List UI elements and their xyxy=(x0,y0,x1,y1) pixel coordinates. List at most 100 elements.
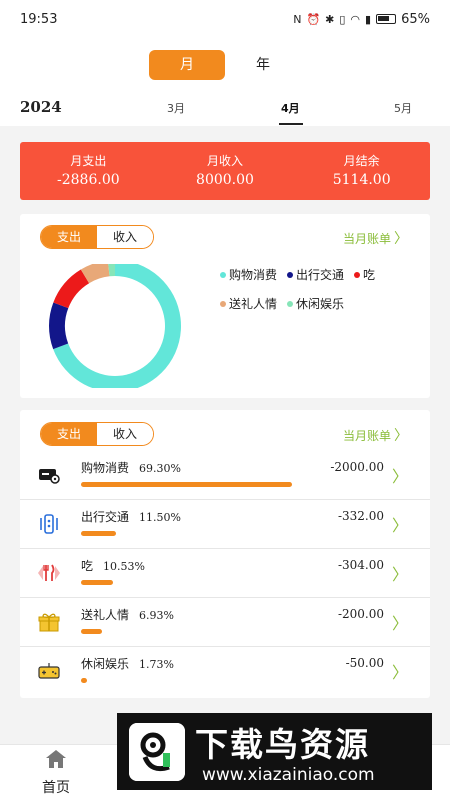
gift-icon xyxy=(38,613,60,632)
status-icons: N ⏰ ✱ ▯ ◠ ▮ 65% xyxy=(293,12,430,27)
tab-home[interactable]: 首页 xyxy=(11,745,101,800)
category-percent: 11.50% xyxy=(139,511,181,524)
monthly-bill-label: 当月账单 xyxy=(342,232,391,246)
status-time: 19:53 xyxy=(20,11,58,27)
gamepad-icon xyxy=(38,663,60,679)
nfc-icon: N xyxy=(293,12,302,26)
income-toggle[interactable]: 收入 xyxy=(97,226,153,248)
legend-row: 送礼人情 休闲娱乐 xyxy=(220,295,430,312)
chevron-right-icon: 〉 xyxy=(391,565,408,584)
category-share-bar xyxy=(81,482,292,487)
monthly-summary: 月支出 -2886.00 月收入 8000.00 月结余 5114.00 xyxy=(20,142,430,200)
category-amount: -2000.00 xyxy=(330,460,384,474)
header: 月 年 2024 3月 4月 5月 xyxy=(0,38,450,126)
summary-value: 8000.00 xyxy=(196,172,254,188)
category-amount: -304.00 xyxy=(337,558,384,572)
expense-toggle[interactable]: 支出 xyxy=(41,226,97,248)
category-share-bar xyxy=(81,531,116,536)
month-tab-current[interactable]: 4月 xyxy=(281,100,300,116)
chevron-right-icon: 〉 xyxy=(394,231,408,247)
legend-label: 送礼人情 xyxy=(229,297,278,311)
category-row[interactable]: 出行交通 11.50% -332.00 〉 xyxy=(20,500,430,549)
home-icon xyxy=(46,750,66,768)
year-label[interactable]: 2024 xyxy=(20,98,62,116)
category-name: 购物消费 xyxy=(81,461,130,475)
category-percent: 6.93% xyxy=(139,609,174,622)
chevron-right-icon: 〉 xyxy=(391,614,408,633)
card-icon xyxy=(39,469,60,484)
legend-label: 购物消费 xyxy=(229,268,278,282)
category-percent: 69.30% xyxy=(139,462,181,475)
chart-legend: 购物消费 出行交通 吃 送礼人情 休闲娱乐 xyxy=(220,266,430,324)
legend-label: 出行交通 xyxy=(296,268,345,282)
legend-item: 出行交通 xyxy=(287,266,344,283)
category-name: 吃 xyxy=(81,559,94,573)
chevron-right-icon: 〉 xyxy=(391,516,408,535)
category-amount: -200.00 xyxy=(337,607,384,621)
summary-value: 5114.00 xyxy=(332,172,391,188)
legend-dot xyxy=(354,271,361,278)
legend-item: 休闲娱乐 xyxy=(287,295,344,312)
month-tab-next[interactable]: 5月 xyxy=(394,100,412,116)
expense-toggle[interactable]: 支出 xyxy=(41,423,97,445)
donut-slice xyxy=(53,269,90,309)
watermark-url: www.xiazainiao.com xyxy=(202,765,375,785)
category-card: 支出 收入 当月账单〉 购物消费 69.30% -2000.00 〉 出行交通 11… xyxy=(20,410,430,698)
vibrate-icon: ▯ xyxy=(339,12,346,26)
category-row[interactable]: 送礼人情 6.93% -200.00 〉 xyxy=(20,598,430,647)
category-label: 吃 10.53% xyxy=(81,557,145,574)
monthly-bill-link[interactable]: 当月账单〉 xyxy=(343,425,408,445)
summary-expense: 月支出 -2886.00 xyxy=(20,142,157,200)
transit-icon xyxy=(40,514,58,534)
signal-icon: ▮ xyxy=(365,12,372,26)
category-percent: 1.73% xyxy=(139,658,174,671)
category-share-bar xyxy=(81,580,113,585)
category-amount: -332.00 xyxy=(337,509,384,523)
alarm-icon: ⏰ xyxy=(306,12,321,26)
category-name: 出行交通 xyxy=(81,510,130,524)
category-amount: -50.00 xyxy=(345,656,384,670)
watermark-logo xyxy=(129,723,185,781)
legend-dot xyxy=(220,300,226,307)
monthly-bill-link[interactable]: 当月账单〉 xyxy=(343,228,408,248)
category-row[interactable]: 吃 10.53% -304.00 〉 xyxy=(20,549,430,598)
monthly-bill-label: 当月账单 xyxy=(342,429,391,443)
summary-label: 月结余 xyxy=(343,154,380,168)
month-tab[interactable]: 月 xyxy=(149,50,225,80)
donut-slice xyxy=(49,302,69,350)
battery-level: 65% xyxy=(401,11,430,27)
legend-dot xyxy=(220,271,226,278)
chevron-right-icon: 〉 xyxy=(394,428,408,444)
summary-income: 月收入 8000.00 xyxy=(157,142,294,200)
category-share-bar xyxy=(81,629,102,634)
summary-label: 月支出 xyxy=(70,154,107,168)
month-tab-prev[interactable]: 3月 xyxy=(167,100,185,116)
year-tab[interactable]: 年 xyxy=(246,50,280,80)
status-bar: 19:53 N ⏰ ✱ ▯ ◠ ▮ 65% xyxy=(0,0,450,38)
legend-row: 购物消费 出行交通 吃 xyxy=(220,266,430,283)
fork-knife-icon xyxy=(38,564,60,581)
battery-icon xyxy=(376,14,397,24)
watermark-title: 下载鸟资源 xyxy=(195,725,370,764)
summary-balance: 月结余 5114.00 xyxy=(293,142,430,200)
type-toggle: 支出 收入 xyxy=(40,225,154,249)
legend-item: 购物消费 xyxy=(220,266,277,283)
category-label: 购物消费 69.30% xyxy=(81,459,181,476)
legend-label: 休闲娱乐 xyxy=(296,297,345,311)
category-name: 休闲娱乐 xyxy=(81,657,130,671)
legend-item: 送礼人情 xyxy=(220,295,277,312)
type-toggle: 支出 收入 xyxy=(40,422,154,446)
category-label: 休闲娱乐 1.73% xyxy=(81,655,174,672)
legend-label: 吃 xyxy=(363,268,376,282)
summary-label: 月收入 xyxy=(207,154,244,168)
month-tab-indicator xyxy=(279,123,303,125)
chevron-right-icon: 〉 xyxy=(391,467,408,486)
chevron-right-icon: 〉 xyxy=(391,663,408,682)
chart-card: 支出 收入 当月账单〉 购物消费 出行交通 吃 送礼人情 休闲娱乐 xyxy=(20,214,430,398)
category-row[interactable]: 购物消费 69.30% -2000.00 〉 xyxy=(20,451,430,500)
site-watermark: 下载鸟资源 www.xiazainiao.com xyxy=(117,713,432,790)
category-label: 送礼人情 6.93% xyxy=(81,606,174,623)
income-toggle[interactable]: 收入 xyxy=(97,423,153,445)
category-row[interactable]: 休闲娱乐 1.73% -50.00 〉 xyxy=(20,647,430,696)
category-percent: 10.53% xyxy=(103,560,145,573)
